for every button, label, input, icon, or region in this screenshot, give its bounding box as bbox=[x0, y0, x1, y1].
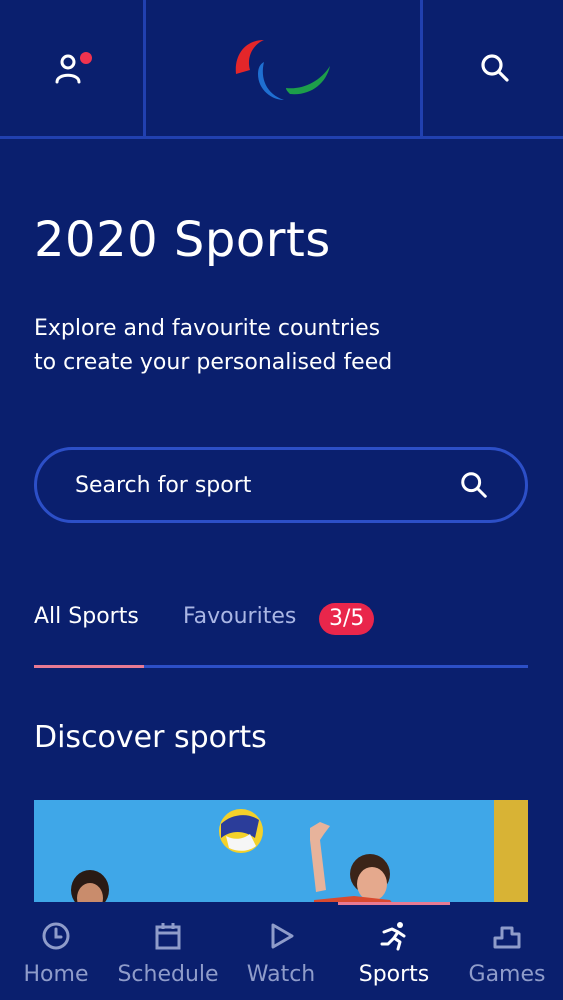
logo-cell bbox=[146, 0, 420, 136]
runner-icon bbox=[380, 922, 406, 951]
profile-cell[interactable] bbox=[0, 0, 146, 136]
search-input[interactable] bbox=[73, 471, 459, 499]
active-tab-indicator bbox=[34, 665, 144, 668]
clock-icon bbox=[42, 922, 70, 950]
podium-icon bbox=[493, 926, 521, 949]
subtitle-line-1: Explore and favourite countries bbox=[34, 316, 381, 341]
search-cell[interactable] bbox=[420, 0, 563, 136]
play-icon bbox=[271, 923, 294, 949]
search-icon[interactable] bbox=[479, 52, 511, 84]
nav-watch-label: Watch bbox=[246, 962, 316, 987]
top-bar bbox=[0, 0, 563, 139]
nav-games-label: Games bbox=[468, 962, 546, 987]
sport-tabs: All Sports Favourites 3/5 bbox=[34, 598, 528, 668]
profile-button[interactable] bbox=[52, 48, 92, 88]
page-subtitle: Explore and favourite countries to creat… bbox=[34, 312, 454, 380]
nav-home-label: Home bbox=[23, 962, 89, 987]
nav-games[interactable]: Games bbox=[462, 902, 552, 1000]
notification-dot bbox=[79, 52, 92, 64]
sport-search-box[interactable] bbox=[34, 447, 528, 523]
page-title: 2020 Sports bbox=[34, 212, 331, 268]
nav-watch[interactable]: Watch bbox=[238, 902, 324, 1000]
calendar-icon bbox=[155, 923, 181, 950]
nav-sports[interactable]: Sports bbox=[348, 902, 440, 1000]
subtitle-line-2: to create your personalised feed bbox=[34, 350, 393, 375]
favourites-badge: 3/5 bbox=[319, 603, 375, 635]
tab-favourites[interactable]: Favourites bbox=[183, 604, 296, 629]
tab-all-sports[interactable]: All Sports bbox=[34, 604, 139, 629]
volleyball-icon bbox=[219, 809, 263, 853]
nav-schedule[interactable]: Schedule bbox=[113, 902, 223, 1000]
bottom-navigation: Home Schedule Watch Sports Games bbox=[0, 902, 563, 1000]
paralympics-logo bbox=[235, 40, 330, 100]
section-title: Discover sports bbox=[34, 720, 267, 755]
search-icon[interactable] bbox=[459, 470, 489, 500]
nav-sports-label: Sports bbox=[358, 962, 430, 987]
nav-home[interactable]: Home bbox=[16, 902, 96, 1000]
nav-schedule-label: Schedule bbox=[117, 962, 219, 987]
